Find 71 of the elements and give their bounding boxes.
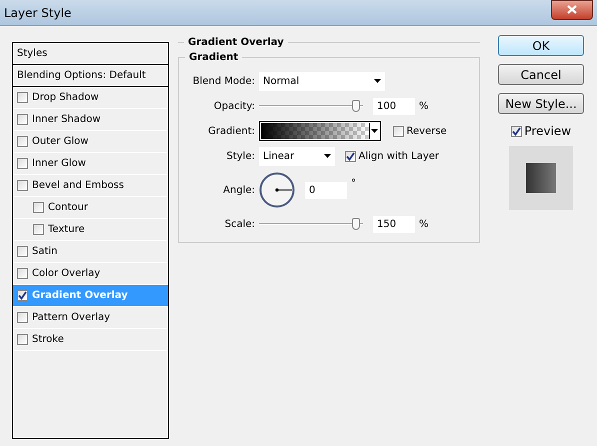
style-item[interactable]: Drop Shadow	[13, 87, 168, 109]
item-label: Inner Glow	[32, 157, 86, 171]
caret-icon	[324, 154, 331, 158]
style-item[interactable]: Inner Glow	[13, 153, 168, 175]
checkbox[interactable]	[17, 290, 28, 301]
checkbox[interactable]	[393, 126, 404, 136]
close-icon	[567, 5, 577, 14]
checkbox-label: Reverse	[406, 124, 447, 138]
checkbox[interactable]	[33, 202, 44, 213]
checkbox[interactable]	[345, 150, 356, 162]
list-header[interactable]: Blending Options: Default	[13, 65, 168, 87]
style-item[interactable]: Texture	[13, 219, 168, 241]
style-item[interactable]: Bevel and Emboss	[13, 175, 168, 197]
close-button[interactable]	[551, 0, 593, 20]
item-label: Texture	[48, 223, 85, 237]
gradient-picker[interactable]	[259, 121, 381, 141]
item-label: Pattern Overlay	[32, 311, 110, 325]
dialog-button[interactable]: New Style...	[498, 93, 584, 114]
checkbox[interactable]	[17, 158, 28, 169]
field-label: Gradient:	[207, 124, 255, 138]
checkbox[interactable]	[17, 136, 28, 147]
dialog-button[interactable]: Cancel	[498, 64, 584, 85]
slider-thumb[interactable]	[352, 100, 360, 112]
field-label: Opacity:	[212, 100, 255, 114]
item-label: Color Overlay	[32, 267, 100, 281]
checkbox-label: Align with Layer	[358, 150, 440, 164]
item-label: Bevel and Emboss	[32, 179, 124, 193]
checkbox[interactable]	[17, 246, 28, 257]
unit-label: °	[351, 177, 356, 191]
unit-label: %	[419, 100, 429, 114]
slider-thumb[interactable]	[352, 218, 360, 230]
style-item[interactable]: Stroke	[13, 329, 168, 351]
style-item[interactable]: Outer Glow	[13, 131, 168, 153]
checkbox[interactable]	[17, 312, 28, 323]
checkbox[interactable]	[17, 334, 28, 345]
field-label: Blend Mode:	[192, 74, 255, 88]
checkbox[interactable]	[17, 180, 28, 191]
field-label: Style:	[226, 150, 255, 164]
list-header[interactable]: Styles	[13, 43, 168, 65]
checkbox[interactable]	[17, 268, 28, 279]
item-label: Inner Shadow	[32, 113, 101, 127]
checkbox[interactable]	[17, 92, 28, 103]
style-dropdown[interactable]: Linear	[259, 146, 335, 166]
scale-field[interactable]: 150	[373, 216, 415, 232]
style-item[interactable]: Satin	[13, 241, 168, 263]
preview-thumbnail	[509, 146, 573, 210]
section-title: Gradient Overlay	[184, 35, 288, 50]
style-item[interactable]: Contour	[13, 197, 168, 219]
field-label: Angle:	[222, 184, 255, 198]
checkbox[interactable]	[33, 224, 44, 235]
caret-icon	[374, 79, 381, 83]
caret-icon	[371, 129, 378, 133]
item-label: Gradient Overlay	[32, 289, 128, 303]
unit-label: %	[419, 218, 429, 232]
angle-field[interactable]: 0	[305, 182, 347, 198]
item-label: Outer Glow	[32, 135, 88, 149]
item-label: Satin	[32, 245, 58, 259]
field-label: Scale:	[224, 218, 255, 232]
style-item[interactable]: Inner Shadow	[13, 109, 168, 131]
window-title: Layer Style	[3, 4, 72, 22]
style-item[interactable]: Pattern Overlay	[13, 307, 168, 329]
blend-mode-dropdown[interactable]: Normal	[259, 72, 385, 90]
item-label: Contour	[48, 201, 88, 215]
opacity-field[interactable]: 100	[373, 98, 415, 114]
checkbox[interactable]	[17, 114, 28, 125]
item-label: Stroke	[32, 333, 64, 347]
checkbox-label: Preview	[524, 123, 572, 140]
angle-dial[interactable]	[259, 172, 295, 208]
checkbox[interactable]	[510, 126, 522, 136]
item-label: Drop Shadow	[32, 91, 99, 105]
dialog-button[interactable]: OK	[498, 35, 584, 56]
